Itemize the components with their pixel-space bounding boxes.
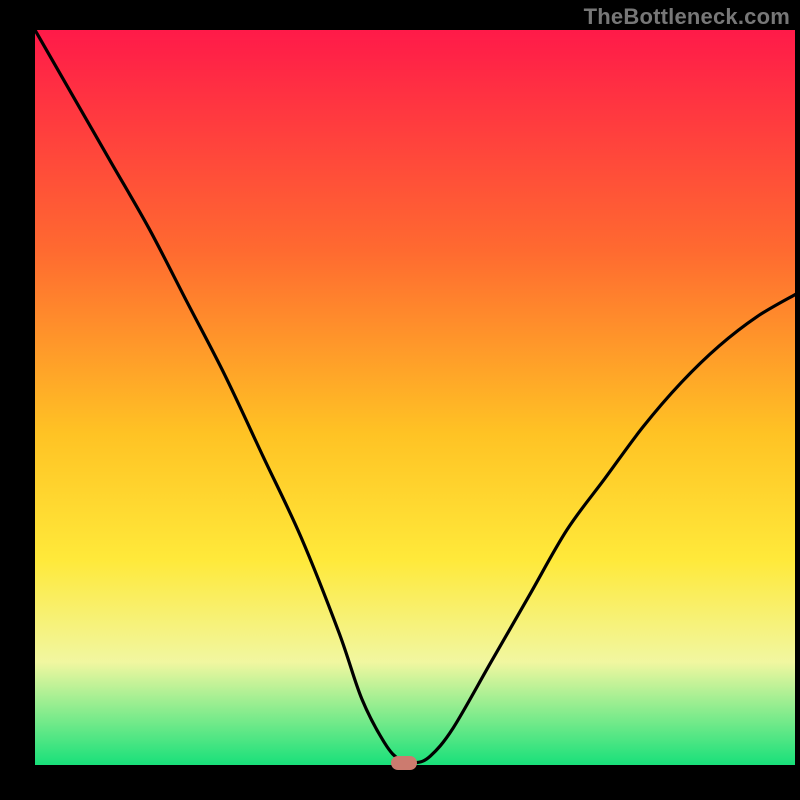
- watermark-text: TheBottleneck.com: [584, 4, 790, 30]
- chart-frame: TheBottleneck.com: [0, 0, 800, 800]
- gradient-background: [35, 30, 795, 765]
- bottleneck-chart: [35, 30, 795, 765]
- plot-area: [35, 30, 795, 765]
- optimal-point-marker: [391, 756, 417, 770]
